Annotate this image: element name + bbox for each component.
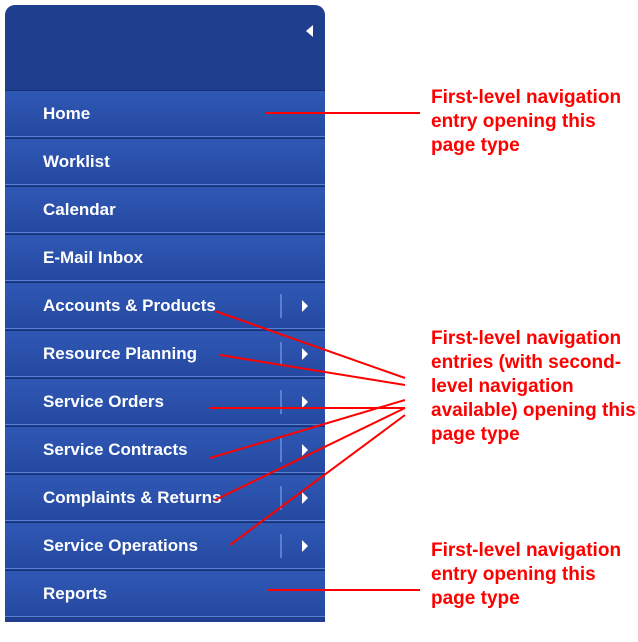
pointer-line: [219, 354, 406, 386]
annotation-middle: First-level navigation entries (with sec…: [431, 328, 636, 445]
annotation-top: First-level navigation entry opening thi…: [431, 87, 622, 156]
annotation-bottom: First-level navigation entry opening thi…: [431, 540, 622, 609]
pointer-line: [214, 310, 406, 379]
